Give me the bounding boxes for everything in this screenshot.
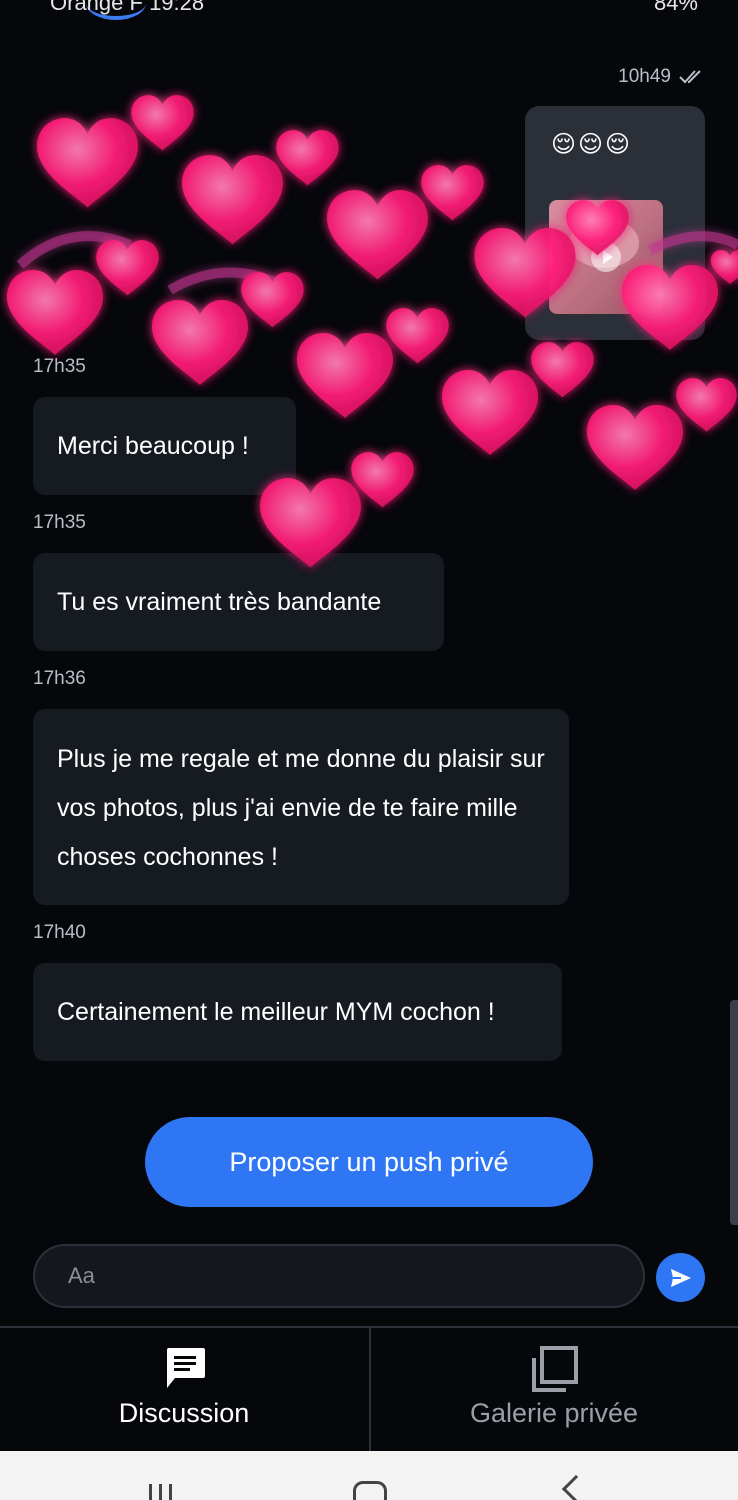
back-icon[interactable] [561, 1474, 591, 1500]
message-input[interactable] [33, 1244, 645, 1308]
tab-discussion[interactable]: Discussion [0, 1328, 368, 1453]
sent-message-emojis: 😌😌😌 [551, 131, 633, 158]
play-icon[interactable] [591, 242, 621, 272]
sent-message-bubble[interactable]: 😌😌😌 [525, 106, 705, 340]
home-icon[interactable] [353, 1481, 387, 1500]
message-text: Merci beaucoup ! [57, 431, 249, 460]
recent-apps-icon[interactable] [149, 1484, 179, 1500]
tab-discussion-label: Discussion [118, 1398, 250, 1428]
tab-gallery-label: Galerie privée [469, 1398, 639, 1428]
system-navigation-bar [0, 1451, 738, 1500]
send-icon [670, 1268, 691, 1287]
bottom-navigation: Discussion Galerie privée [0, 1326, 738, 1453]
message-text: Certainement le meilleur MYM cochon ! [57, 997, 495, 1026]
message-time: 17h40 [33, 922, 86, 943]
scrollbar-thumb[interactable] [730, 1000, 738, 1225]
double-check-icon [679, 70, 701, 84]
send-button[interactable] [656, 1253, 705, 1302]
message-text: Tu es vraiment très bandante [57, 587, 382, 616]
received-message-bubble[interactable]: Certainement le meilleur MYM cochon ! [33, 963, 562, 1061]
received-message-bubble[interactable]: Tu es vraiment très bandante [33, 553, 444, 651]
sent-time-label: 10h49 [618, 66, 671, 87]
sent-message-time: 10h49 [618, 66, 705, 88]
message-time: 17h36 [33, 668, 86, 689]
tab-private-gallery[interactable]: Galerie privée [370, 1328, 738, 1453]
message-time: 17h35 [33, 356, 86, 377]
message-time: 17h35 [33, 512, 86, 533]
received-message-bubble[interactable]: Plus je me regale et me donne du plaisir… [33, 709, 569, 905]
received-message-bubble[interactable]: Merci beaucoup ! [33, 397, 296, 495]
message-text: Plus je me regale et me donne du plaisir… [57, 745, 545, 871]
chat-bubble-icon [167, 1348, 205, 1388]
sent-video-thumbnail[interactable] [549, 200, 663, 314]
propose-private-push-button[interactable]: Proposer un push privé [145, 1117, 593, 1207]
gallery-stack-icon [532, 1346, 578, 1392]
